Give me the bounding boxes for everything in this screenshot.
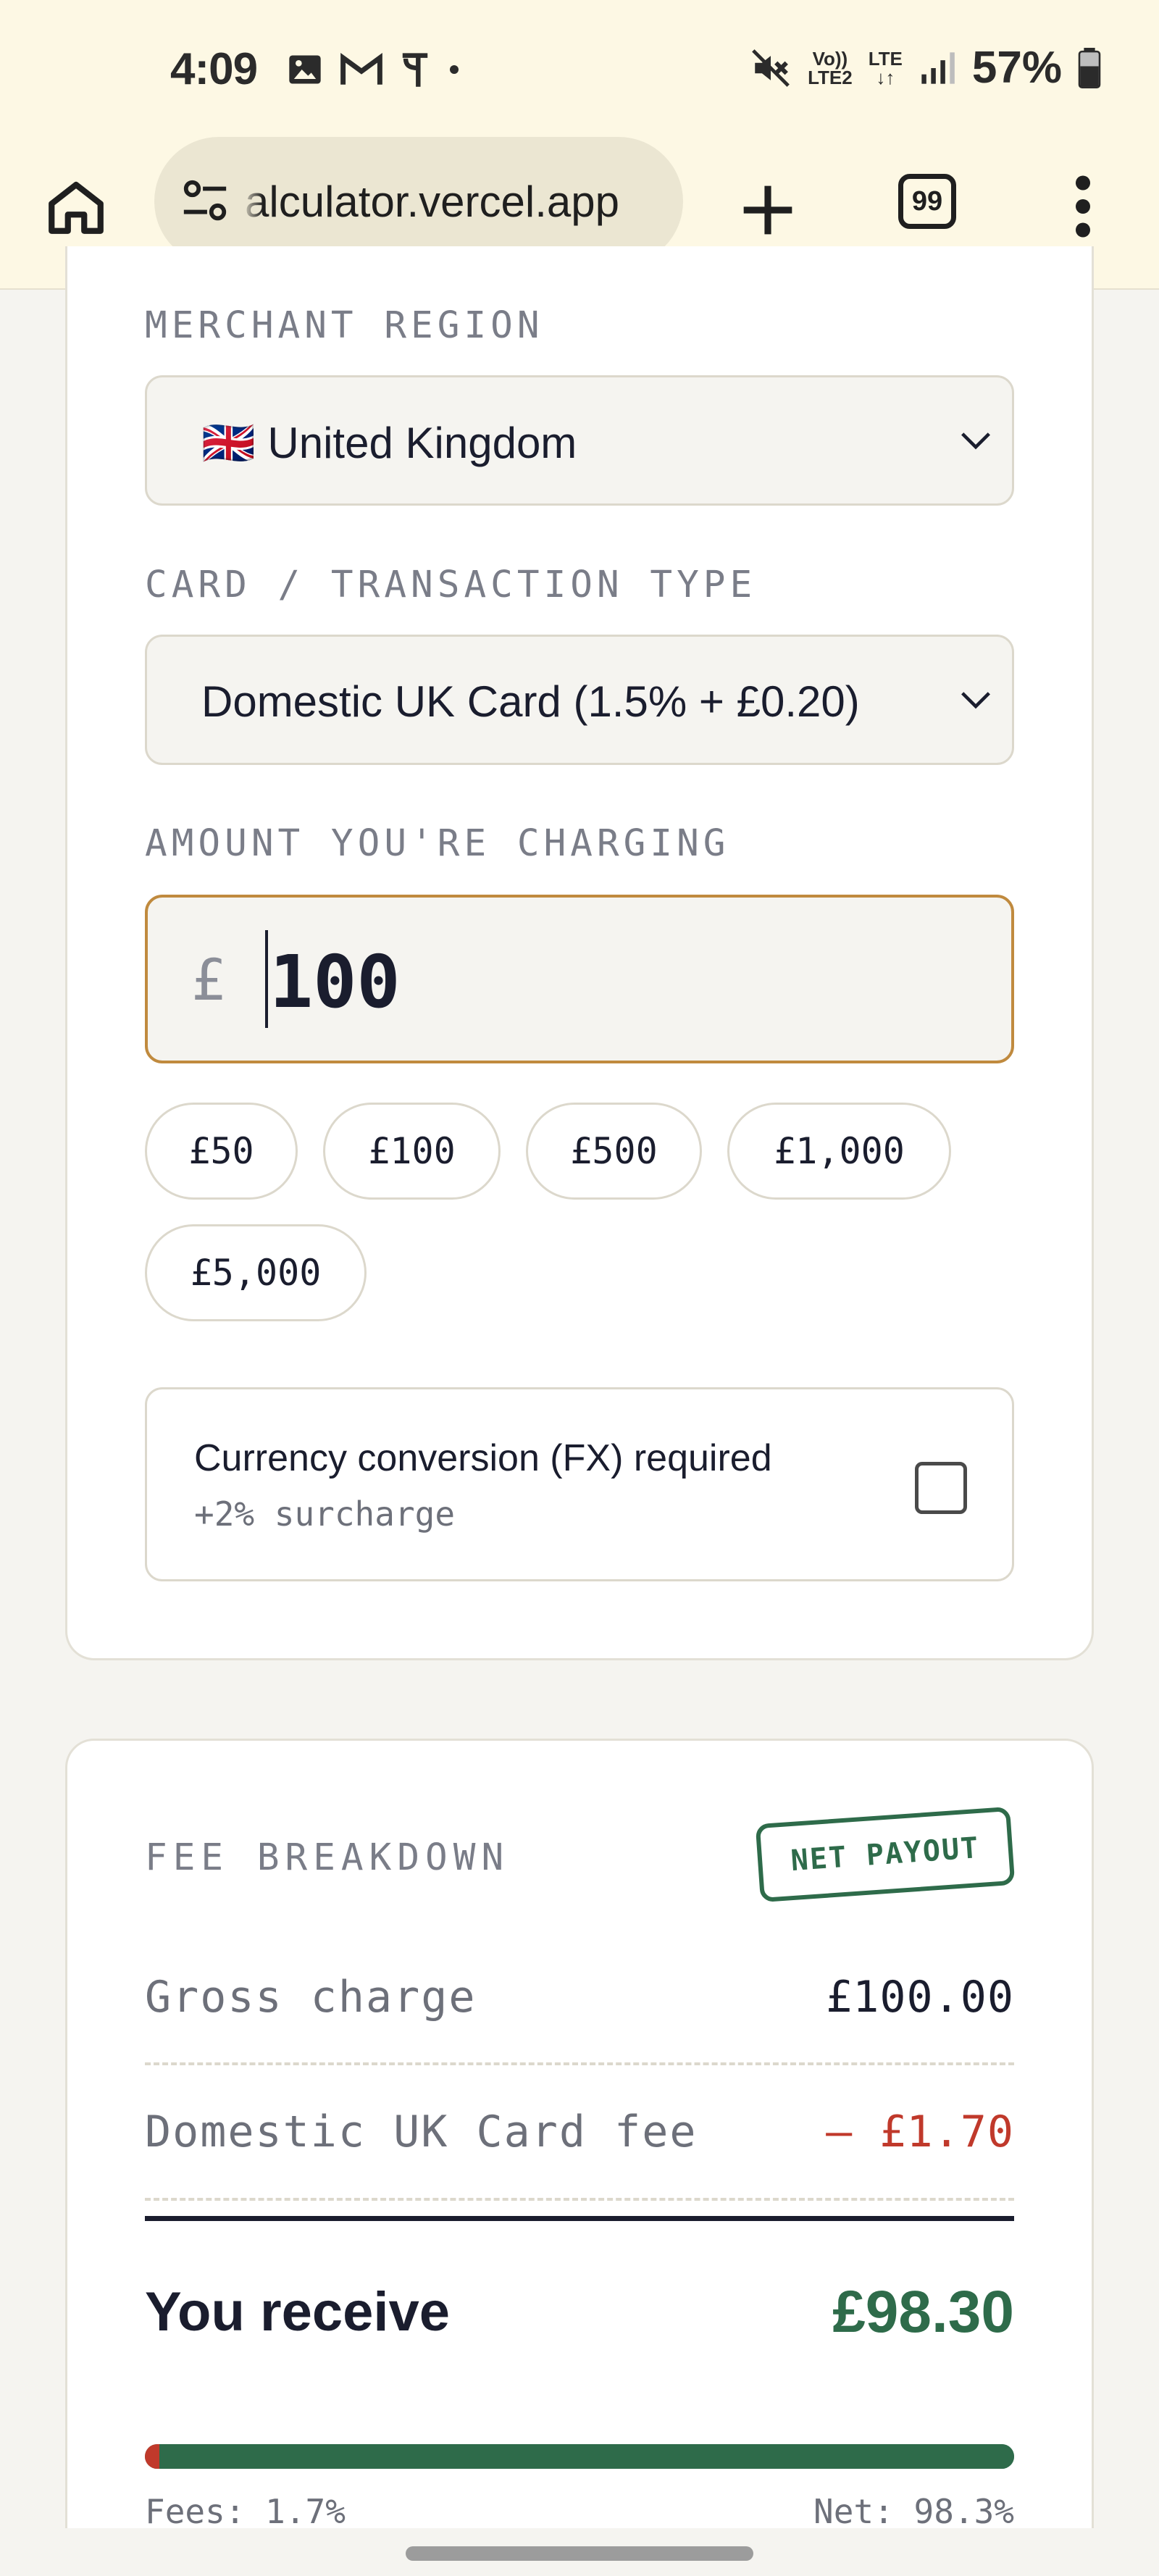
chevron-down-icon [961,692,990,709]
volte-bottom-text: LTE2 [808,66,853,88]
fees-percent-caption: Fees: 1.7% [145,2492,346,2531]
fee-bar-segment [145,2444,160,2469]
row-divider [145,2198,1014,2201]
home-icon[interactable] [43,170,109,243]
url-text: alculator.vercel.app [245,177,619,226]
region-select-value: 🇬🇧 United Kingdom [201,419,577,467]
amount-label: AMOUNT YOU'RE CHARGING [145,822,730,865]
mute-icon [752,49,790,87]
amount-input[interactable]: £ 100 [145,895,1014,1063]
battery-icon [1078,47,1101,88]
region-select[interactable]: 🇬🇧 United Kingdom [145,375,1014,506]
volte-indicator: Vo)) LTE2 [808,49,853,87]
site-settings-icon[interactable] [180,177,230,225]
image-icon [289,55,321,84]
card-fee-label: Domestic UK Card fee [145,2107,698,2157]
more-options-icon[interactable] [1065,170,1101,243]
region-label: MERCHANT REGION [145,304,544,347]
card-type-select-value: Domestic UK Card (1.5% + £0.20) [201,677,860,726]
system-icons: Vo)) LTE2 LTE ↓↑ 57% [750,42,1101,93]
preset-chip-1000[interactable]: £1,000 [727,1103,951,1200]
gross-charge-value: £100.00 [826,1972,1014,2023]
url-fade [241,166,263,238]
lte-text: LTE [868,47,903,70]
fx-subtitle: +2% surcharge [194,1494,456,1534]
chevron-down-icon [961,432,990,450]
preset-chip-500[interactable]: £500 [526,1103,702,1200]
you-receive-label: You receive [145,2281,451,2343]
status-bar: 4:09 Vo)) LTE2 LTE ↓↑ 57% [0,0,1159,134]
gesture-home-indicator[interactable] [406,2546,753,2561]
gmail-icon [340,53,382,85]
notification-icons [286,49,461,90]
net-bar-segment [159,2444,1014,2469]
total-divider [145,2216,1014,2221]
card-type-select[interactable]: Domestic UK Card (1.5% + £0.20) [145,635,1014,765]
phonepe-icon [402,53,428,87]
battery-percent: 57% [971,43,1062,93]
gross-charge-label: Gross charge [145,1972,477,2023]
preset-chip-5000[interactable]: £5,000 [145,1224,367,1321]
data-arrows-icon: ↓↑ [876,66,895,88]
status-time: 4:09 [170,44,258,94]
lte-indicator: LTE ↓↑ [869,49,903,87]
tab-switcher-button[interactable]: 99 [898,174,956,229]
text-caret [265,930,268,1028]
preset-chip-50[interactable]: £50 [145,1103,298,1200]
card-type-label: CARD / TRANSACTION TYPE [145,564,757,606]
fee-net-bar [145,2444,1014,2469]
row-divider [145,2062,1014,2065]
fx-title: Currency conversion (FX) required [194,1437,772,1479]
card-fee-value: – £1.70 [826,2107,1014,2157]
fx-checkbox[interactable] [915,1462,967,1514]
fx-toggle-row[interactable]: Currency conversion (FX) required +2% su… [145,1387,1014,1581]
you-receive-value: £98.30 [832,2279,1014,2345]
net-percent-caption: Net: 98.3% [813,2492,1014,2531]
new-tab-icon[interactable] [732,174,804,246]
dot-icon [450,65,459,74]
volte-top-text: Vo)) [812,47,848,70]
fee-breakdown-heading: FEE BREAKDOWN [145,1836,510,1879]
currency-symbol: £ [191,948,225,1013]
amount-value: 100 [269,940,401,1024]
preset-chip-100[interactable]: £100 [323,1103,501,1200]
signal-icon [921,51,955,84]
